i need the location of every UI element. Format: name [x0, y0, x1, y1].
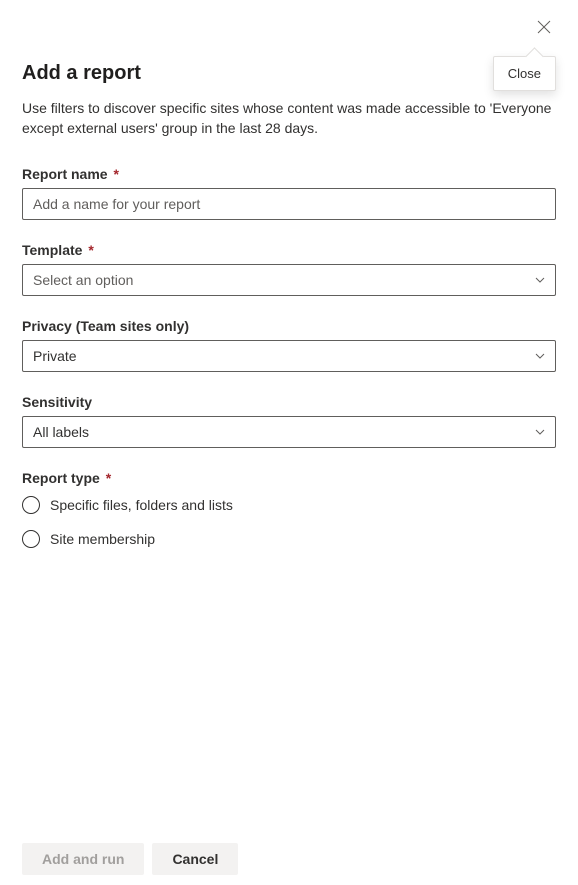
page-title: Add a report — [22, 62, 556, 85]
template-label-text: Template — [22, 242, 82, 258]
sensitivity-label: Sensitivity — [22, 394, 556, 410]
privacy-label-text: Privacy (Team sites only) — [22, 318, 189, 334]
close-button[interactable] — [528, 12, 560, 44]
required-asterisk: * — [88, 242, 93, 258]
close-tooltip-text: Close — [508, 66, 541, 81]
radio-label: Site membership — [50, 531, 155, 547]
add-and-run-button[interactable]: Add and run — [22, 843, 144, 875]
radio-label: Specific files, folders and lists — [50, 497, 233, 513]
radio-icon — [22, 496, 40, 514]
radio-icon — [22, 530, 40, 548]
sensitivity-select-value: All labels — [33, 424, 89, 440]
template-select[interactable]: Select an option — [22, 264, 556, 296]
privacy-label: Privacy (Team sites only) — [22, 318, 556, 334]
report-name-label: Report name * — [22, 166, 556, 182]
radio-option-site-membership[interactable]: Site membership — [22, 530, 556, 548]
sensitivity-label-text: Sensitivity — [22, 394, 92, 410]
cancel-button[interactable]: Cancel — [152, 843, 238, 875]
template-select-value: Select an option — [33, 272, 133, 288]
template-label: Template * — [22, 242, 556, 258]
sensitivity-select[interactable]: All labels — [22, 416, 556, 448]
privacy-select[interactable]: Private — [22, 340, 556, 372]
close-icon — [537, 20, 551, 37]
required-asterisk: * — [106, 470, 111, 486]
radio-option-specific-files[interactable]: Specific files, folders and lists — [22, 496, 556, 514]
required-asterisk: * — [113, 166, 118, 182]
report-name-label-text: Report name — [22, 166, 108, 182]
report-type-label: Report type * — [22, 470, 556, 486]
report-name-input[interactable] — [22, 188, 556, 220]
report-type-label-text: Report type — [22, 470, 100, 486]
page-description: Use filters to discover specific sites w… — [22, 99, 556, 138]
privacy-select-value: Private — [33, 348, 77, 364]
close-tooltip: Close — [493, 56, 556, 91]
footer-actions: Add and run Cancel — [22, 843, 556, 875]
